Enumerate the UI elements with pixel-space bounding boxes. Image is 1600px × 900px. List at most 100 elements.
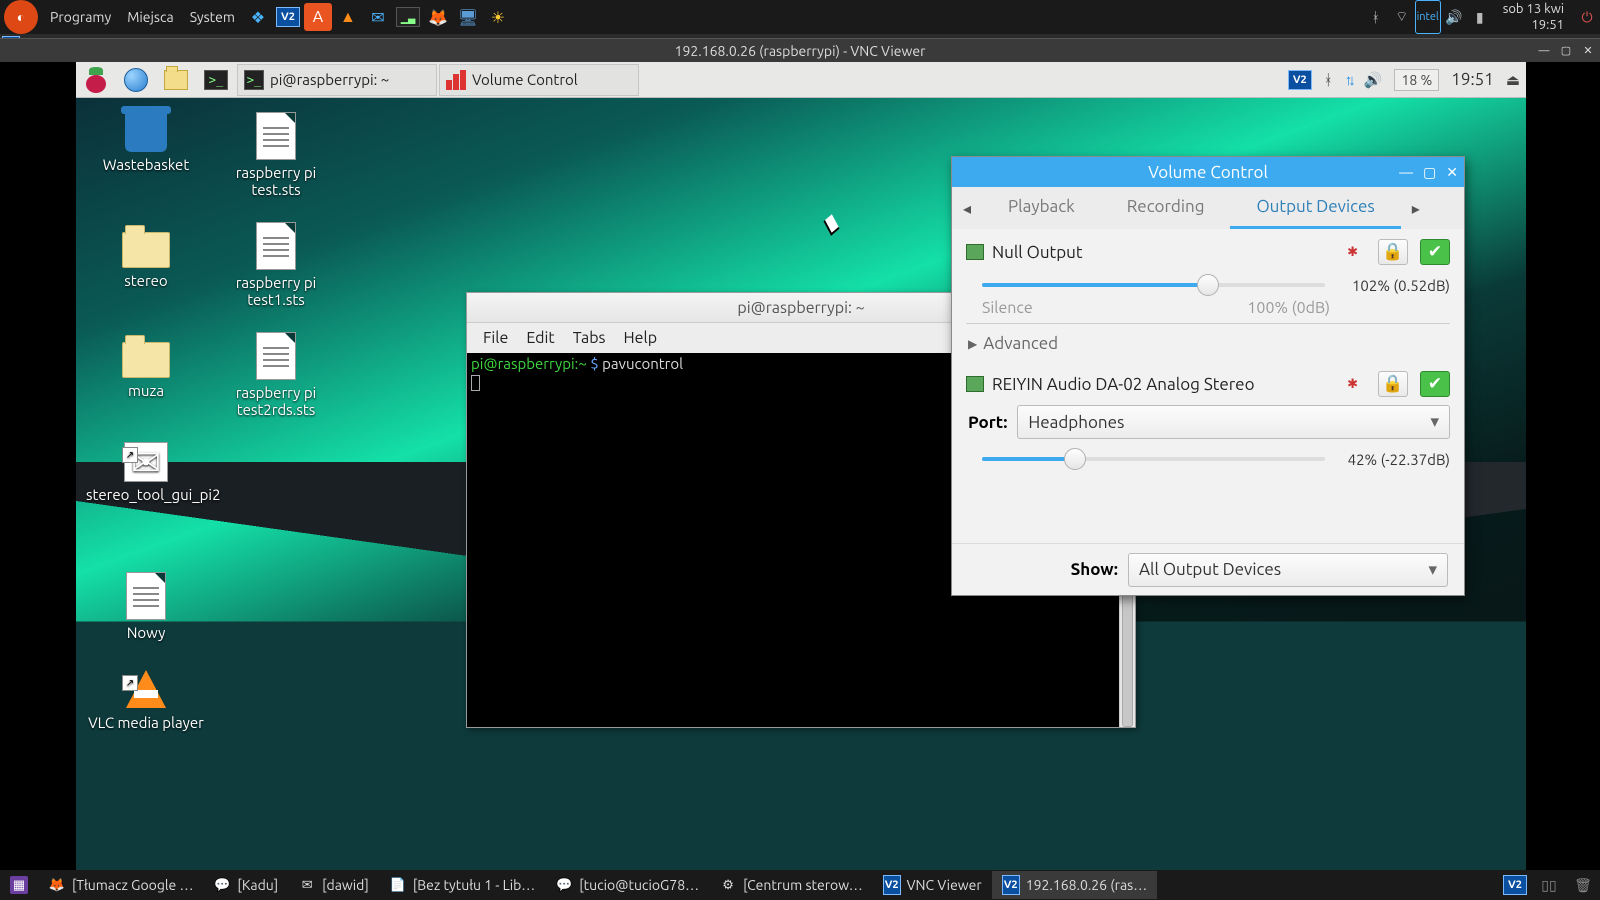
- volume-control-window[interactable]: Volume Control — ▢ ✕ ◂ Playback Recordin…: [951, 156, 1465, 596]
- trash-tray-icon[interactable]: 🗑: [1566, 871, 1600, 899]
- desktop-icon-stereotool[interactable]: ✉stereo_tool_gui_pi2: [86, 442, 206, 503]
- lock-channels-button[interactable]: 🔒: [1378, 239, 1408, 265]
- vlc-launcher-icon[interactable]: ▲: [334, 3, 362, 31]
- volume-task-icon: [446, 70, 466, 90]
- host-menu-programy[interactable]: Programy: [42, 0, 119, 34]
- desktop-icon-test1[interactable]: raspberry pi test1.sts: [216, 222, 336, 308]
- host-menu-miejsca[interactable]: Miejsca: [119, 0, 181, 34]
- show-desktop-button[interactable]: ▦: [0, 871, 38, 899]
- cpu-usage-badge[interactable]: 18 %: [1388, 64, 1445, 96]
- task-vnc-session[interactable]: V2192.168.0.26 (ras…: [992, 871, 1158, 899]
- show-label: Show:: [1071, 560, 1118, 579]
- remote-desktop-icon[interactable]: 🖥: [454, 3, 482, 31]
- task-kadu[interactable]: 💬[Kadu]: [203, 871, 288, 899]
- file-manager-icon[interactable]: [157, 64, 195, 96]
- host-clock[interactable]: sob 13 kwi 19:51: [1493, 1, 1574, 33]
- firefox-launcher-icon[interactable]: 🦊: [424, 3, 452, 31]
- desktop-icon-test2[interactable]: raspberry pi test2rds.sts: [216, 332, 336, 418]
- vc-close-icon[interactable]: ✕: [1446, 164, 1458, 181]
- web-browser-icon[interactable]: [117, 64, 155, 96]
- vc-title: Volume Control: [1148, 163, 1268, 182]
- vc-content: Null Output ✱ 🔒 ✔ 102% (0.52dB) Silence: [952, 229, 1464, 543]
- task-dawid[interactable]: ✉[dawid]: [288, 871, 379, 899]
- mute-indicator-icon[interactable]: ✱: [1347, 377, 1358, 392]
- terminal-menu-help[interactable]: Help: [616, 327, 666, 349]
- software-center-icon[interactable]: A: [304, 3, 332, 31]
- show-value: All Output Devices: [1139, 560, 1281, 579]
- rpi-clock[interactable]: 19:51: [1445, 64, 1500, 96]
- advanced-toggle[interactable]: ▶ Advanced: [968, 334, 1450, 353]
- raspberry-menu-icon[interactable]: [77, 64, 115, 96]
- volume-tray-icon[interactable]: 🔊: [1441, 0, 1467, 34]
- rpi-bluetooth-icon[interactable]: ᚼ: [1318, 64, 1339, 96]
- terminal-command: pavucontrol: [602, 355, 683, 372]
- desktop-icon-muza[interactable]: muza: [86, 332, 206, 399]
- host-clock-date: sob 13 kwi: [1503, 1, 1564, 17]
- folder-icon: [122, 342, 170, 378]
- tab-playback[interactable]: Playback: [982, 187, 1101, 229]
- battery-tray-icon[interactable]: ▮: [1467, 0, 1493, 34]
- power-icon[interactable]: ⏻: [1574, 0, 1600, 34]
- intel-tray-icon[interactable]: intel: [1415, 0, 1441, 34]
- mail-launcher-icon[interactable]: ✉: [364, 3, 392, 31]
- vnc-server-tray-icon[interactable]: V2: [1282, 64, 1318, 96]
- device-name: Null Output: [992, 243, 1083, 262]
- task-centrum[interactable]: ⚙[Centrum sterow…: [709, 871, 873, 899]
- task-tlumacz[interactable]: 🦊[Tłumacz Google …: [38, 871, 203, 899]
- chat-icon: 💬: [213, 876, 231, 894]
- ubuntu-logo-icon[interactable]: ◐: [4, 0, 38, 34]
- task-libreoffice[interactable]: 📄[Bez tytułu 1 - Lib…: [379, 871, 545, 899]
- desktop-icon-stereo[interactable]: stereo: [86, 222, 206, 289]
- desktop-icon-wastebasket[interactable]: Wastebasket: [86, 112, 206, 173]
- tabs-scroll-left-icon[interactable]: ◂: [952, 187, 982, 229]
- volume-slider[interactable]: [982, 447, 1325, 471]
- maximize-icon[interactable]: ▢: [1558, 43, 1574, 59]
- minimize-icon[interactable]: —: [1536, 43, 1552, 59]
- eject-media-icon[interactable]: ⏏: [1500, 64, 1526, 96]
- terminal-menu-tabs[interactable]: Tabs: [565, 327, 614, 349]
- bluetooth-tray-icon[interactable]: ᚼ: [1363, 0, 1389, 34]
- close-icon[interactable]: ✕: [1580, 43, 1596, 59]
- rpi-volume-icon[interactable]: 🔊: [1358, 64, 1389, 96]
- desktop-icon-test[interactable]: raspberry pi test.sts: [216, 112, 336, 198]
- show-dropdown[interactable]: All Output Devices ▾: [1128, 553, 1448, 587]
- vnc-window-titlebar[interactable]: 192.168.0.26 (raspberrypi) - VNC Viewer …: [0, 38, 1600, 62]
- wifi-tray-icon[interactable]: ⌔: [1389, 0, 1415, 34]
- trash-icon: [125, 112, 167, 152]
- port-dropdown[interactable]: Headphones ▾: [1017, 405, 1450, 439]
- taskbar-item-volume[interactable]: Volume Control: [439, 64, 639, 96]
- terminal-menu-file[interactable]: File: [475, 327, 516, 349]
- vc-maximize-icon[interactable]: ▢: [1423, 164, 1436, 181]
- desktop-icon-vlc[interactable]: VLC media player: [86, 662, 206, 731]
- task-vnc-viewer[interactable]: V2VNC Viewer: [873, 871, 992, 899]
- terminal-menu-edit[interactable]: Edit: [518, 327, 562, 349]
- terminal-launcher-icon[interactable]: >_: [197, 64, 235, 96]
- volume-slider[interactable]: [982, 273, 1325, 297]
- monitor-launcher-icon[interactable]: ▁▃: [394, 3, 422, 31]
- vlc-icon: [118, 662, 174, 710]
- mute-indicator-icon[interactable]: ✱: [1347, 245, 1358, 260]
- network-activity-icon[interactable]: ↑↓: [1339, 64, 1358, 96]
- lock-channels-button[interactable]: 🔒: [1378, 371, 1408, 397]
- tabs-scroll-right-icon[interactable]: ▸: [1401, 187, 1431, 229]
- host-menu-system[interactable]: System: [182, 0, 243, 34]
- tab-recording[interactable]: Recording: [1101, 187, 1231, 229]
- document-icon: 📄: [389, 876, 407, 894]
- vc-minimize-icon[interactable]: —: [1399, 164, 1413, 181]
- volume-readout: 42% (-22.37dB): [1335, 451, 1450, 468]
- kde-icon[interactable]: ❖: [244, 3, 272, 31]
- set-default-button[interactable]: ✔: [1420, 239, 1450, 265]
- task-tucio[interactable]: 💬[tucio@tucioG78…: [545, 871, 709, 899]
- weather-sun-icon[interactable]: ☀: [484, 3, 512, 31]
- port-value: Headphones: [1028, 413, 1124, 432]
- vnc-launcher-icon[interactable]: V2: [274, 3, 302, 31]
- tab-output-devices[interactable]: Output Devices: [1230, 187, 1400, 229]
- vnc-tray-icon[interactable]: V2: [1498, 871, 1532, 899]
- vc-titlebar[interactable]: Volume Control — ▢ ✕: [952, 157, 1464, 187]
- taskbar-item-terminal[interactable]: >_ pi@raspberrypi: ~: [237, 64, 437, 96]
- set-default-button[interactable]: ✔: [1420, 371, 1450, 397]
- workspace-switcher[interactable]: ▯▯: [1532, 871, 1566, 899]
- desktop-icon-nowy[interactable]: Nowy: [86, 572, 206, 641]
- host-bottom-taskbar: ▦ 🦊[Tłumacz Google … 💬[Kadu] ✉[dawid] 📄[…: [0, 870, 1600, 900]
- terminal-task-icon: >_: [244, 70, 264, 90]
